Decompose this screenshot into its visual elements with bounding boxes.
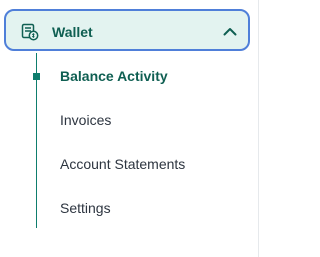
sidebar-item-account-statements[interactable]: Account Statements xyxy=(60,155,185,173)
active-indicator-dot xyxy=(33,73,40,80)
wallet-section-label: Wallet xyxy=(52,24,93,40)
sidebar-divider xyxy=(258,0,259,257)
sidebar-nav: Wallet Balance Activity Invoices Account… xyxy=(0,0,263,257)
chevron-up-icon xyxy=(222,24,238,40)
sidebar-item-balance-activity[interactable]: Balance Activity xyxy=(60,67,168,85)
sidebar-item-settings[interactable]: Settings xyxy=(60,199,111,217)
wallet-receipt-icon xyxy=(21,23,39,41)
wallet-section-toggle[interactable]: Wallet xyxy=(4,9,250,51)
sidebar-item-invoices[interactable]: Invoices xyxy=(60,111,111,129)
